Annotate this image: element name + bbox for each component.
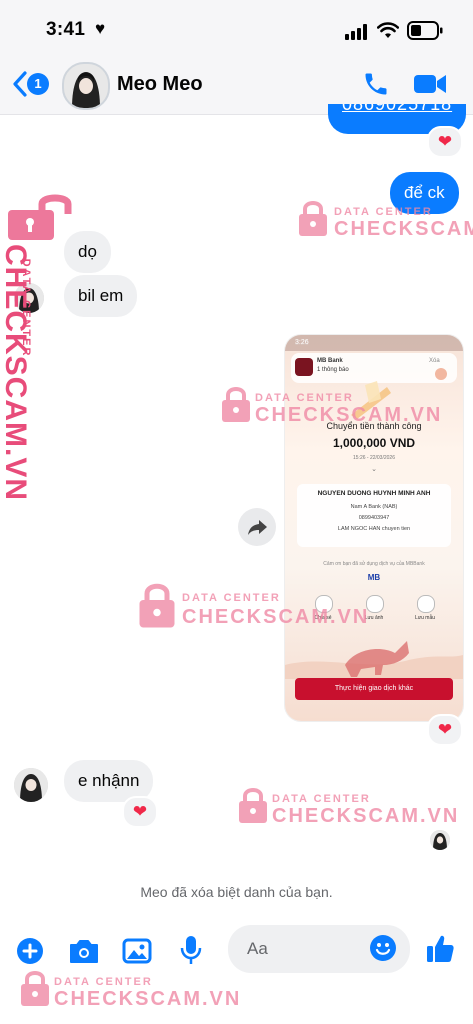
receipt-status-time: 3:26 [295,339,309,346]
receipt-amount: 1,000,000 VND [332,436,416,450]
watermark-lock-icon [222,387,250,422]
heart-status-icon: ♥ [95,19,106,38]
forward-arrow-icon [248,520,267,535]
receipt-notif-app: MB Bank [317,358,343,364]
expand-chevron-icon: ⌄ [371,466,377,473]
phone-number-text[interactable]: 0869025718 [342,104,452,113]
watermark-lock-icon [21,971,49,1006]
decorative-horse-art [285,641,463,679]
save-template-action-icon [417,595,435,613]
plus-icon[interactable] [16,937,44,965]
watermark-top: DATA CENTER [54,976,153,988]
notification-badge-icon [435,368,447,380]
watermark-top: DATA CENTER [255,392,354,404]
receipt-datetime: 15:26 - 22/03/2026 [353,455,395,461]
sender-avatar[interactable] [14,768,48,802]
video-call-icon[interactable] [413,72,447,96]
message-input-placeholder: Aa [247,939,268,958]
heart-reaction-icon[interactable]: ❤ [122,796,158,828]
watermark-main: CHECKSCAM.VN [272,805,460,827]
watermark-top: DATA CENTER [334,206,433,218]
status-time: 3:41 [46,19,86,40]
watermark-top: DATA CENTER [272,793,371,805]
watermark-top: DATA CENTER [182,592,281,604]
recipient-name: NGUYEN DUONG HUYNH MINH ANH [317,490,431,497]
watermark-main: CHECKSCAM.VN [255,404,443,426]
phone-call-icon[interactable] [362,70,390,98]
receipt-notif-sub: 1 thông báo [317,367,349,373]
watermark-lock-icon [139,583,175,628]
watermark-main: CHECKSCAM.VN [54,988,242,1010]
mb-logo: MB [367,573,381,582]
heart-reaction-icon[interactable]: ❤ [427,714,463,746]
thanks-text: Cảm ơn bạn đã sử dụng dịch vụ của MBBank [323,561,425,567]
transfer-memo: LAM NGOC HAN chuyen tien [337,526,411,532]
camera-icon[interactable] [68,937,100,965]
signal-icon [345,24,367,40]
system-notice: Meo đã xóa biệt danh của bạn. [140,884,333,900]
wifi-icon [377,22,399,38]
heart-reaction-icon[interactable]: ❤ [427,126,463,158]
watermark-lock-icon [239,788,267,823]
emoji-icon[interactable] [369,934,397,962]
receipt-notif-right: Xóa [429,358,440,364]
microphone-icon[interactable] [179,934,203,966]
action-save-template: Lưu mẫu [414,615,436,621]
incoming-message[interactable]: bil em [64,275,138,317]
recipient-account: 0899403947 [358,515,390,521]
unread-count-badge[interactable]: 1 [27,73,49,95]
battery-icon [407,21,443,40]
new-transaction-label: Thực hiện giao dịch khác [334,685,414,692]
watermark-main: CHECKSCAM.VN [182,606,370,628]
contact-avatar[interactable] [62,62,110,110]
forward-button[interactable] [238,508,276,546]
recipient-bank: Nam A Bank (NAB) [350,504,398,510]
watermark-vertical-top: DATA CENTER [20,258,32,358]
mbbank-app-icon [295,358,313,376]
thumbs-up-icon[interactable] [424,933,456,965]
watermark-lock-icon [299,201,327,236]
contact-name[interactable]: Meo Meo [117,73,203,96]
gallery-icon[interactable] [122,937,152,965]
watermark-vertical: CHECKSCAM.VN DATA CENTER [0,242,40,501]
seen-indicator-avatar [430,830,450,850]
watermark-main: CHECKSCAM.VN [334,218,473,240]
watermark-lock-icon [8,194,72,240]
